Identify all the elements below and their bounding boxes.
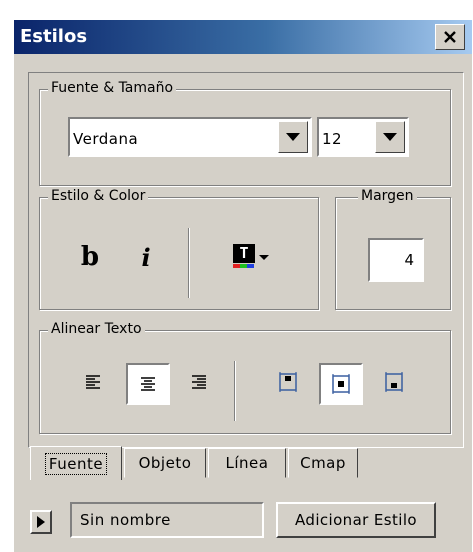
align-right-button[interactable]: [186, 367, 212, 397]
tab-objeto[interactable]: Objeto: [124, 448, 206, 478]
tab-fuente-label: Fuente: [44, 452, 108, 475]
font-combo[interactable]: Verdana: [68, 117, 312, 157]
tab-linea[interactable]: Línea: [208, 448, 286, 478]
valign-top-icon: [279, 372, 297, 392]
tab-cmap-label: Cmap: [300, 454, 346, 472]
align-left-button[interactable]: [80, 367, 106, 397]
margin-legend: Margen: [358, 188, 417, 204]
styles-window: Estilos Fuente & Tamaño Verdana 12 Estil…: [14, 20, 472, 552]
valign-middle-icon: [332, 374, 350, 394]
italic-button[interactable]: i: [132, 240, 160, 274]
align-text-group: Alinear Texto: [39, 321, 451, 434]
bold-button[interactable]: b: [76, 240, 104, 274]
align-center-button[interactable]: [126, 363, 170, 405]
align-right-icon: [192, 375, 206, 389]
font-combo-value: Verdana: [73, 130, 139, 148]
style-name-value: Sin nombre: [80, 511, 171, 529]
valign-top-button[interactable]: [274, 367, 302, 397]
close-icon: [444, 31, 456, 43]
style-color-group: Estilo & Color b i T: [39, 188, 319, 310]
close-button[interactable]: [435, 24, 465, 50]
size-combo[interactable]: 12: [317, 117, 409, 157]
valign-middle-button[interactable]: [319, 363, 363, 405]
separator: [234, 361, 235, 421]
text-color-icon: T: [233, 244, 255, 270]
font-size-legend: Fuente & Tamaño: [48, 80, 177, 96]
font-dropdown-button[interactable]: [278, 121, 308, 153]
tab-linea-label: Línea: [225, 454, 269, 472]
chevron-down-icon: [286, 133, 300, 141]
chevron-down-icon: [383, 133, 397, 141]
valign-bottom-button[interactable]: [380, 367, 408, 397]
bold-icon: b: [80, 242, 100, 272]
margin-group: Margen 4: [335, 188, 451, 310]
italic-icon: i: [141, 242, 151, 272]
tab-fuente[interactable]: Fuente: [30, 446, 122, 480]
window-title: Estilos: [20, 26, 88, 47]
add-style-button[interactable]: Adicionar Estilo: [276, 502, 436, 538]
tab-cmap[interactable]: Cmap: [288, 448, 358, 478]
chevron-down-icon: [259, 254, 269, 260]
margin-input[interactable]: 4: [368, 238, 424, 282]
size-dropdown-button[interactable]: [375, 121, 405, 153]
margin-value: 4: [404, 251, 414, 269]
style-color-legend: Estilo & Color: [48, 188, 149, 204]
text-color-button[interactable]: T: [226, 240, 276, 274]
align-center-icon: [141, 377, 155, 391]
play-icon: [37, 516, 45, 528]
valign-bottom-icon: [385, 372, 403, 392]
align-left-icon: [86, 375, 100, 389]
title-bar[interactable]: Estilos: [14, 20, 472, 54]
size-combo-value: 12: [322, 130, 343, 148]
tab-objeto-label: Objeto: [138, 454, 192, 472]
align-text-legend: Alinear Texto: [48, 321, 145, 337]
separator: [188, 228, 189, 298]
add-style-label: Adicionar Estilo: [295, 511, 417, 529]
play-button[interactable]: [30, 510, 52, 534]
style-name-field[interactable]: Sin nombre: [70, 502, 264, 538]
tab-panel: Fuente & Tamaño Verdana 12 Estilo & Colo…: [28, 72, 464, 448]
font-size-group: Fuente & Tamaño Verdana 12: [39, 80, 451, 186]
